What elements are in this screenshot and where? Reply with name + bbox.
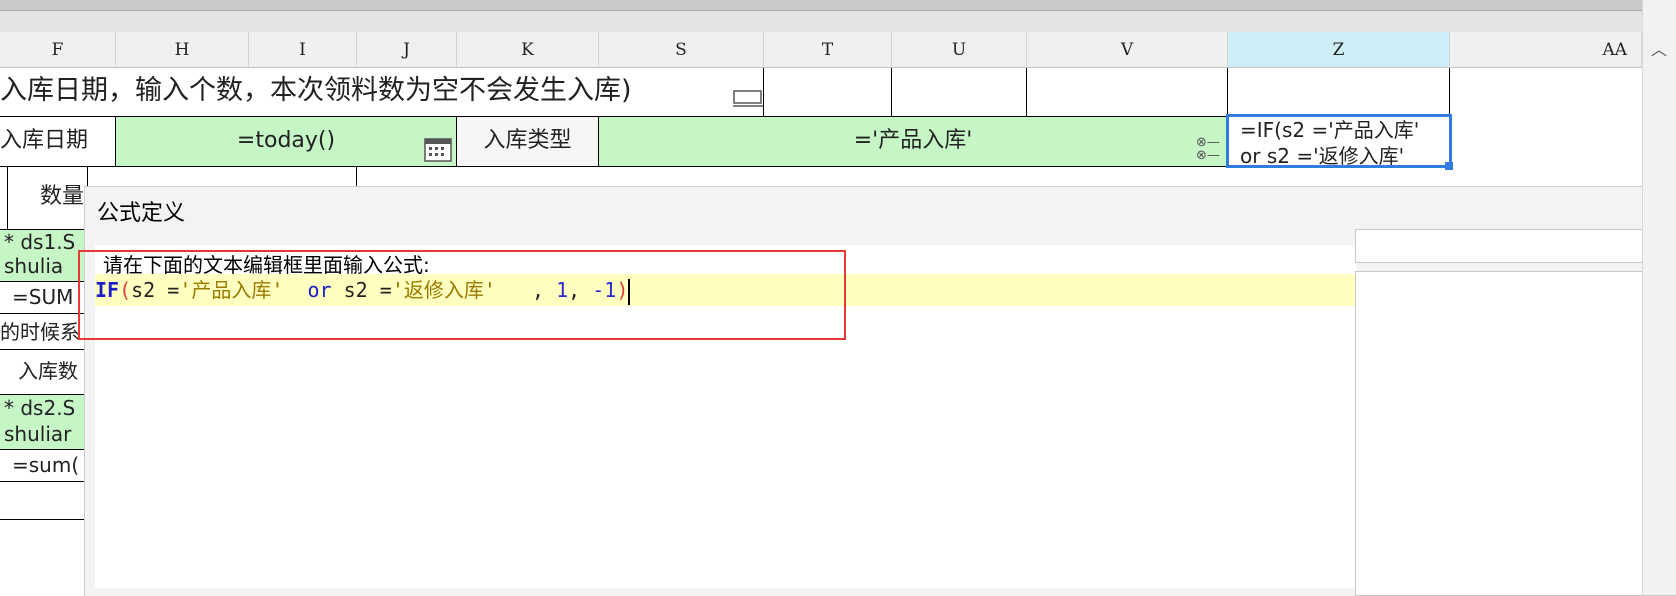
date-label-cell[interactable]: 入库日期 <box>0 117 116 167</box>
ds2-cell[interactable]: * ds2.S shuliar <box>0 395 88 450</box>
function-list[interactable] <box>1355 271 1676 596</box>
qty-label: 数量 <box>40 184 85 209</box>
cell-u-title[interactable] <box>892 68 1027 117</box>
ds1-cell[interactable]: * ds1.S shulia <box>0 230 88 282</box>
sum2-cell[interactable]: =sum( <box>0 450 88 482</box>
date-formula: =today() <box>236 128 336 153</box>
date-formula-cell[interactable]: =today() <box>116 117 457 167</box>
column-header-aa[interactable]: AA <box>1450 32 1642 68</box>
type-label: 入库类型 <box>483 128 572 153</box>
type-label-cell[interactable]: 入库类型 <box>457 117 599 167</box>
title-text: 入库日期，输入个数，本次领料数为空不会发生入库) <box>0 75 632 106</box>
sum1-text: =SUM <box>12 285 74 309</box>
column-header-row: F H I J K S T U V Z AA <box>0 32 1642 68</box>
date-label: 入库日期 <box>0 128 89 153</box>
column-header-f[interactable]: F <box>0 32 116 68</box>
column-header-i[interactable]: I <box>249 32 357 68</box>
type-formula-cell[interactable]: ='产品入库' <box>599 117 1228 167</box>
chevron-up-icon[interactable]: ︿ <box>1645 38 1673 62</box>
column-header-z[interactable]: Z <box>1228 32 1450 68</box>
sum2-text: =sum( <box>12 453 80 477</box>
column-header-t[interactable]: T <box>764 32 892 68</box>
formula-dialog: 公式定义 请在下面的文本编辑框里面输入公式: IF(s2 ='产品入库' or … <box>84 186 1676 596</box>
shuliang2-text: shuliar <box>4 422 72 446</box>
cell-selection <box>1226 114 1452 168</box>
link-icon[interactable]: ⊗— ⊗— <box>1196 136 1228 164</box>
calendar-icon[interactable] <box>424 136 452 162</box>
type-formula: ='产品入库' <box>853 128 973 153</box>
column-header-v[interactable]: V <box>1027 32 1228 68</box>
qty-cell[interactable]: 数量 <box>8 167 88 230</box>
in-qty-text: 入库数 <box>18 359 78 383</box>
note-cell[interactable]: 的时候系 <box>0 314 88 350</box>
comment-icon <box>733 90 763 107</box>
toolbar-strip <box>0 11 1642 32</box>
dialog-title: 公式定义 <box>97 201 186 226</box>
cell-t-title[interactable] <box>764 68 892 117</box>
note-text: 的时候系 <box>0 320 80 344</box>
fill-handle[interactable] <box>1445 162 1453 170</box>
column-header-k[interactable]: K <box>457 32 599 68</box>
title-cell[interactable]: 入库日期，输入个数，本次领料数为空不会发生入库) <box>0 68 764 117</box>
column-header-h[interactable]: H <box>116 32 249 68</box>
cell-v-title[interactable] <box>1027 68 1228 117</box>
highlight-annotation-box <box>78 250 846 340</box>
in-qty-cell[interactable]: 入库数 <box>0 350 88 395</box>
column-header-s[interactable]: S <box>599 32 764 68</box>
column-header-j[interactable]: J <box>357 32 457 68</box>
ds2-text: * ds2.S <box>4 396 76 420</box>
cell-i-row3[interactable] <box>249 167 357 187</box>
shuliang1-text: shulia <box>4 254 64 278</box>
function-search-input[interactable] <box>1355 229 1676 263</box>
sum1-cell[interactable]: =SUM <box>0 282 88 314</box>
cell-z-title[interactable] <box>1228 68 1450 117</box>
ds1-text: * ds1.S <box>4 230 76 254</box>
cell-left-a[interactable] <box>0 167 8 230</box>
cell-left-empty[interactable] <box>0 482 88 520</box>
column-header-u[interactable]: U <box>892 32 1027 68</box>
top-bar <box>0 0 1676 11</box>
vertical-scrollbar[interactable] <box>1642 0 1676 595</box>
